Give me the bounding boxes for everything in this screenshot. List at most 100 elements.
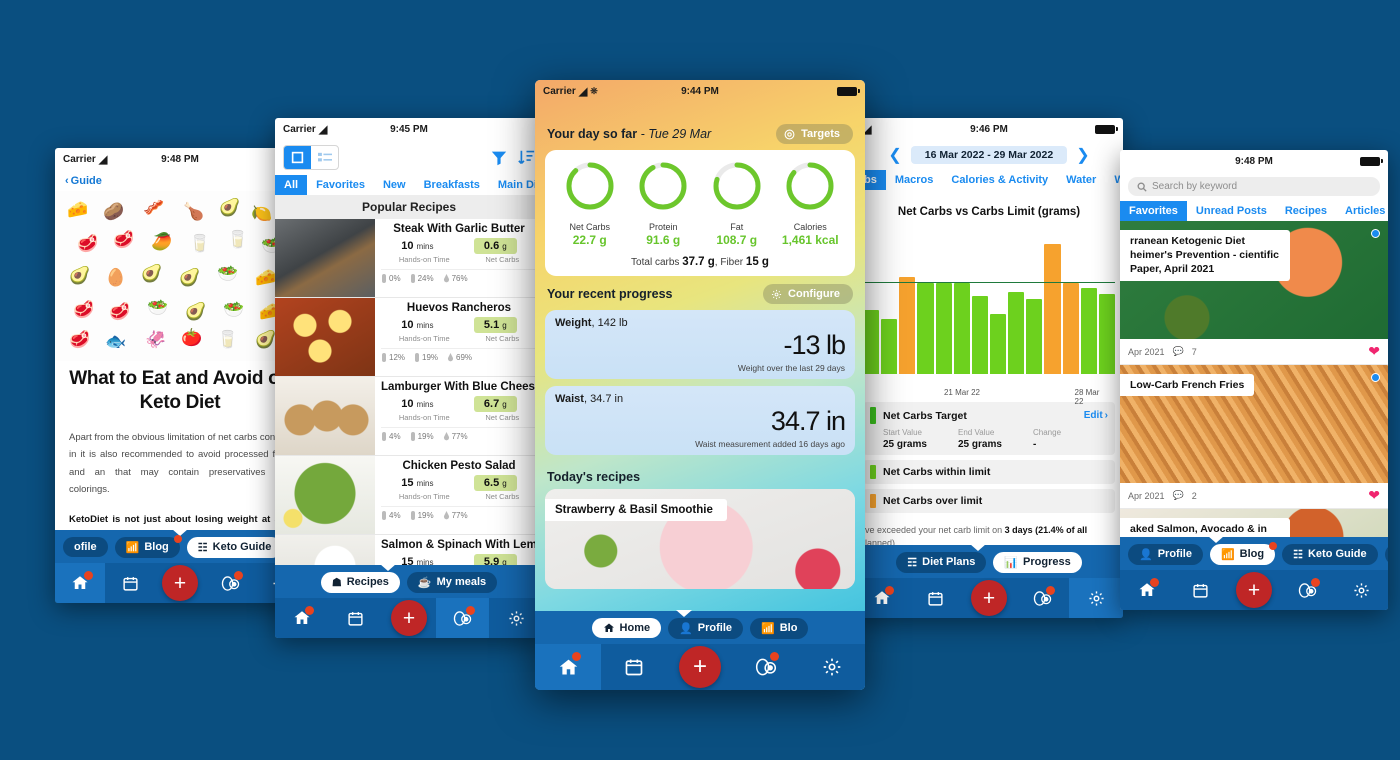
tab-add[interactable]: + xyxy=(382,598,436,638)
tab-add[interactable]: + xyxy=(1227,570,1281,610)
tab-macros[interactable]: Macros xyxy=(886,170,943,190)
nav-pill-recipes[interactable]: ☗ Recipes xyxy=(320,571,400,593)
tab-tracker[interactable] xyxy=(205,563,255,603)
add-button[interactable]: + xyxy=(679,646,721,688)
tab-tracker[interactable] xyxy=(435,598,490,638)
keto-food-illustration: 🧀🥔 🥓🍗 🥑🍋 🍅 🥩🥩 🥭🥛 🥛🥗 🥑🥚 🥑🥑 🥗🧀 🍅 🥩🥩 🥗🥑 🥗🧀 … xyxy=(55,191,305,361)
tab-settings[interactable] xyxy=(1069,578,1123,618)
prev-period-button[interactable]: ❮ xyxy=(888,145,901,165)
edit-label: Edit xyxy=(1083,410,1103,421)
tab-home[interactable] xyxy=(275,598,329,638)
tab-favorites[interactable]: Favorites xyxy=(1120,201,1187,221)
sort-descending-icon[interactable] xyxy=(518,149,535,166)
legend-target-row: Net Carbs Target Edit › xyxy=(870,407,1108,424)
tab-add[interactable]: + xyxy=(155,563,205,603)
nav-pill-label: Blo xyxy=(779,622,798,634)
tab-recipes[interactable]: Recipes xyxy=(1276,201,1336,221)
tab-home[interactable] xyxy=(535,644,601,690)
fiber-label: , Fiber xyxy=(714,257,744,268)
tab-calendar[interactable] xyxy=(329,598,383,638)
tab-calendar[interactable] xyxy=(1174,570,1228,610)
tab-tracker[interactable] xyxy=(733,644,799,690)
bottom-nav: 👤 Profile 📶 Blog ☷ Keto Guide ✎ xyxy=(1120,536,1388,610)
progress-ring-icon xyxy=(713,162,761,210)
blog-post[interactable]: rranean Ketogenic Diet heimer's Preventi… xyxy=(1120,221,1388,365)
date-range-label[interactable]: 16 Mar 2022 - 29 Mar 2022 xyxy=(910,146,1068,164)
filter-tab-breakfasts[interactable]: Breakfasts xyxy=(415,175,489,195)
tab-tracker[interactable] xyxy=(1281,570,1335,610)
nav-pill-diet-plans[interactable]: ☶ Diet Plans xyxy=(896,551,987,573)
grams-unit: g xyxy=(502,400,507,409)
tab-calories-activity[interactable]: Calories & Activity xyxy=(942,170,1057,190)
nav-pill-keto-guide[interactable]: ☷ Keto Guide xyxy=(186,536,283,558)
home-badge-icon xyxy=(83,571,93,580)
add-button[interactable]: + xyxy=(1235,572,1272,608)
macro-fat: 76% xyxy=(443,274,468,283)
tab-settings[interactable] xyxy=(1334,570,1388,610)
view-toggle[interactable] xyxy=(283,145,339,170)
tab-tracker[interactable] xyxy=(1016,578,1070,618)
today-recipe-card[interactable]: Strawberry & Basil Smoothie xyxy=(545,489,855,589)
progress-header: Your recent progress xyxy=(547,287,673,301)
status-bar: Carrier ◢ 9:48 PM xyxy=(55,148,305,170)
tab-calendar[interactable] xyxy=(601,644,667,690)
recipe-row[interactable]: Steak With Garlic Butter 10 mins 0.6 g H… xyxy=(275,219,543,298)
nav-pill-my-meals[interactable]: ☕ My meals xyxy=(406,571,498,593)
total-carbs-label: Total carbs xyxy=(631,257,680,268)
recipe-thumbnail xyxy=(275,377,375,455)
edit-target-link[interactable]: Edit › xyxy=(1084,410,1108,421)
nav-pill-blog[interactable]: 📶 Blo xyxy=(750,617,809,639)
filter-tab-favorites[interactable]: Favorites xyxy=(307,175,374,195)
nav-pill-profile[interactable]: 👤 Profile xyxy=(1128,543,1203,565)
nav-pill-keto-guide[interactable]: ☷ Keto Guide xyxy=(1282,543,1378,565)
tab-articles[interactable]: Articles xyxy=(1336,201,1388,221)
search-input[interactable]: Search by keyword xyxy=(1128,177,1380,196)
net-carbs-value: 6.7 xyxy=(483,398,500,410)
back-to-guide-link[interactable]: ‹ Guide xyxy=(55,170,305,191)
progress-section-header: Your recent progress Configure xyxy=(535,276,865,310)
add-button[interactable]: + xyxy=(970,580,1007,616)
nav-pill-profile[interactable]: ofile xyxy=(63,537,108,557)
add-button[interactable]: + xyxy=(162,565,198,601)
configure-button[interactable]: Configure xyxy=(763,284,853,304)
macro-fat: 69% xyxy=(447,353,472,362)
tab-home[interactable] xyxy=(55,563,105,603)
progress-card-weight[interactable]: Weight, 142 lb -13 lb Weight over the la… xyxy=(545,310,855,379)
filter-icon[interactable] xyxy=(491,150,507,166)
nav-pill-label: Blog xyxy=(144,541,169,553)
recipe-row[interactable]: Lamburger With Blue Cheese 10 mins 6.7 g… xyxy=(275,377,543,456)
tab-calendar[interactable] xyxy=(909,578,963,618)
recipe-row[interactable]: Chicken Pesto Salad 15 mins 6.5 g Hands-… xyxy=(275,456,543,535)
nav-pill-home[interactable]: Home xyxy=(591,618,662,638)
tab-calendar[interactable] xyxy=(105,563,155,603)
favorite-heart-icon[interactable]: ❤ xyxy=(1368,487,1380,504)
add-button[interactable]: + xyxy=(390,600,427,636)
filter-tab-new[interactable]: New xyxy=(374,175,415,195)
macro-ring-0: Net Carbs 22.7 g xyxy=(553,160,627,247)
next-period-button[interactable]: ❯ xyxy=(1076,145,1089,165)
tab-add[interactable]: + xyxy=(667,644,733,690)
net-carbs-value: 6.5 xyxy=(483,477,500,489)
blog-post[interactable]: Low-Carb French Fries Apr 2021 💬 2 ❤ xyxy=(1120,365,1388,509)
list-view-icon[interactable] xyxy=(311,146,338,169)
targets-button[interactable]: Targets xyxy=(776,124,853,144)
nav-pill-progress[interactable]: 📊 Progress xyxy=(993,551,1082,573)
tab-water[interactable]: Water xyxy=(1057,170,1105,190)
tracker-badge-icon xyxy=(1046,586,1056,595)
filter-tab-all[interactable]: All xyxy=(275,175,308,195)
nav-pill-profile[interactable]: 👤 Profile xyxy=(668,617,744,639)
recipe-row[interactable]: Huevos Rancheros 10 mins 5.1 g Hands-on … xyxy=(275,298,543,377)
favorite-heart-icon[interactable]: ❤ xyxy=(1368,343,1380,360)
nav-pill-blog[interactable]: 📶 Blog xyxy=(1209,541,1278,565)
chart-bar xyxy=(1026,299,1043,374)
tab-home[interactable] xyxy=(1120,570,1174,610)
tab-add[interactable]: + xyxy=(962,578,1016,618)
chart-bar xyxy=(935,282,952,374)
protein-pct: 19% xyxy=(417,511,434,520)
tab-settings[interactable] xyxy=(799,644,865,690)
nav-pill-exclusive[interactable]: ✎ xyxy=(1384,543,1388,565)
progress-card-waist[interactable]: Waist, 34.7 in 34.7 in Waist measurement… xyxy=(545,386,855,455)
grid-view-icon[interactable] xyxy=(284,146,311,169)
tab-unread-posts[interactable]: Unread Posts xyxy=(1187,201,1276,221)
nav-pill-blog[interactable]: 📶 Blog xyxy=(114,534,182,558)
